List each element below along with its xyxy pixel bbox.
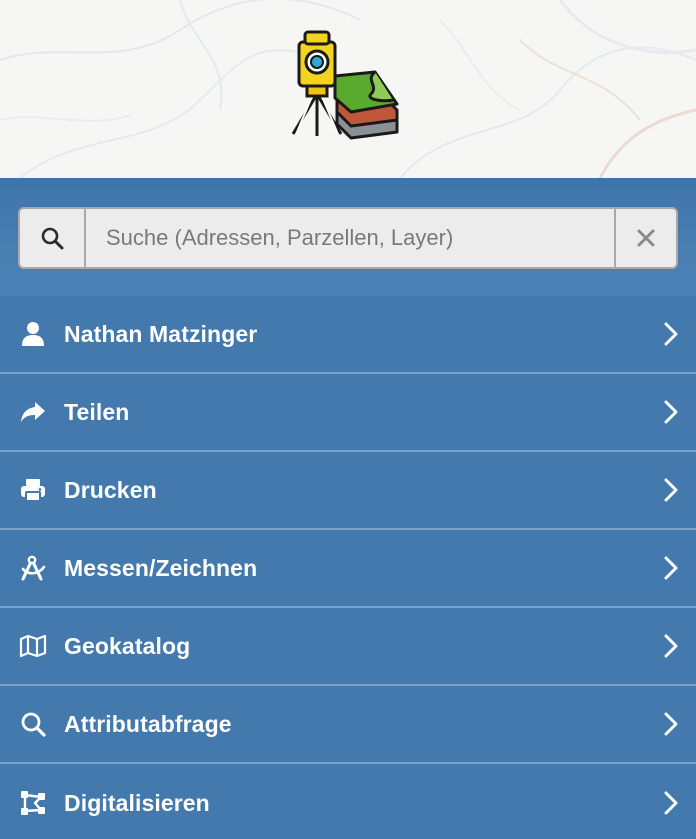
menu-item-label: Drucken [64,476,157,503]
chevron-right-icon [664,556,678,580]
chevron-right-icon [664,634,678,658]
menu-item-attribute-query[interactable]: Attributabfrage [0,686,696,764]
surveying-logo [291,30,399,140]
compass-drafting-icon [19,554,47,582]
chevron-right-icon [664,712,678,736]
search-input[interactable] [86,209,614,267]
menu-panel: Nathan Matzinger Teilen [0,178,696,839]
draw-polygon-icon [19,789,47,817]
chevron-right-icon [664,791,678,815]
chevron-right-icon [664,478,678,502]
menu-item-digitize[interactable]: Digitalisieren [0,764,696,839]
share-icon [19,398,47,426]
chevron-right-icon [664,322,678,346]
main-menu: Nathan Matzinger Teilen Drucken Messen/Z… [0,296,696,839]
menu-item-label: Nathan Matzinger [64,320,258,347]
chevron-right-icon [664,400,678,424]
search-icon [19,710,47,738]
close-icon [637,229,655,247]
menu-item-label: Geokatalog [64,632,191,659]
search-zone [0,178,696,296]
menu-item-label: Messen/Zeichnen [64,554,258,581]
menu-item-user[interactable]: Nathan Matzinger [0,296,696,374]
menu-item-label: Attributabfrage [64,710,232,737]
menu-item-share[interactable]: Teilen [0,374,696,452]
search-bar [18,207,678,269]
menu-item-label: Digitalisieren [64,789,210,816]
search-icon [41,227,64,250]
menu-item-geokatalog[interactable]: Geokatalog [0,608,696,686]
user-icon [19,320,47,348]
print-icon [19,476,47,504]
app-header [0,0,696,178]
search-button[interactable] [20,209,86,267]
menu-item-label: Teilen [64,398,130,425]
menu-item-measure[interactable]: Messen/Zeichnen [0,530,696,608]
clear-search-button[interactable] [614,209,676,267]
menu-item-print[interactable]: Drucken [0,452,696,530]
map-icon [19,632,47,660]
